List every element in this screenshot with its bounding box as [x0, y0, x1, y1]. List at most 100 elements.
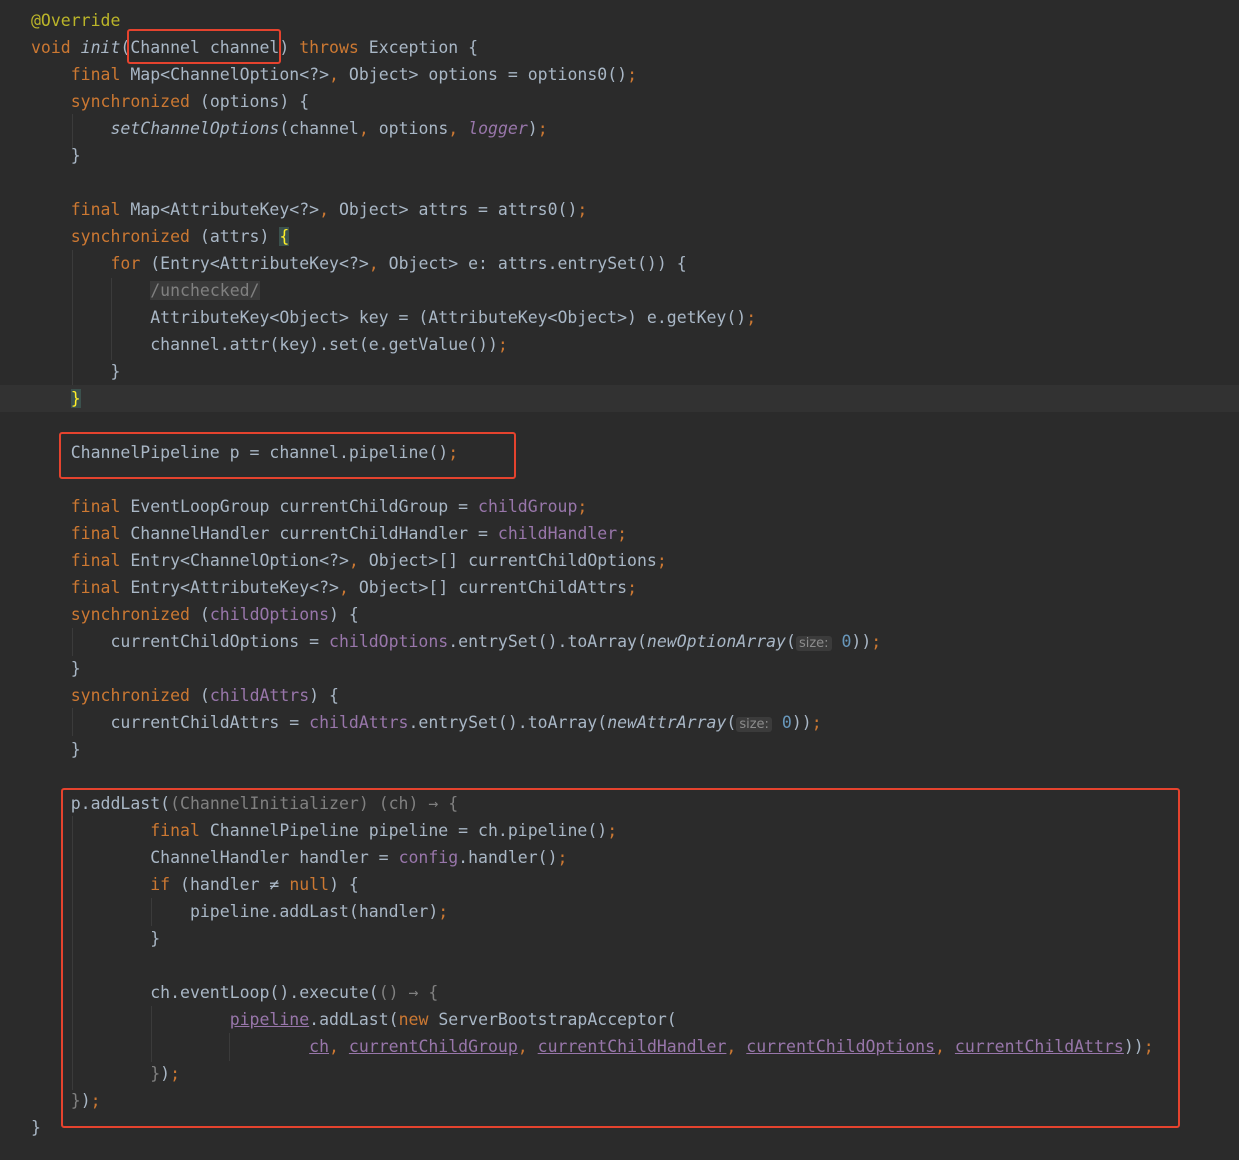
parameter-hint: size:: [795, 636, 832, 651]
code-token: final: [70, 578, 131, 597]
code-token: final: [70, 524, 131, 543]
code-token: }: [31, 740, 81, 759]
code-token: ;: [577, 200, 588, 219]
code-token: Object>[] currentChildAttrs: [358, 578, 628, 597]
code-token: Object> e: attrs.entrySet()) {: [388, 254, 687, 273]
code-token: ;: [811, 713, 822, 732]
code-token: ): [527, 119, 538, 138]
code-token: /unchecked/: [150, 281, 260, 300]
code-token: currentChildOptions =: [31, 632, 330, 651]
code-token: (Entry<AttributeKey<?>: [150, 254, 369, 273]
code-line[interactable]: synchronized (childAttrs) {: [0, 682, 1239, 709]
code-token: final: [70, 551, 131, 570]
code-line[interactable]: [0, 169, 1239, 196]
code-token: @Override: [31, 11, 121, 30]
code-line[interactable]: for (Entry<AttributeKey<?>, Object> e: a…: [0, 250, 1239, 277]
code-line[interactable]: }: [0, 736, 1239, 763]
code-token: ,: [348, 551, 369, 570]
code-line[interactable]: }: [0, 142, 1239, 169]
code-token: synchronized: [70, 686, 200, 705]
code-line[interactable]: AttributeKey<Object> key = (AttributeKey…: [0, 304, 1239, 331]
code-line[interactable]: /unchecked/: [0, 277, 1239, 304]
code-token: (channel: [279, 119, 359, 138]
code-token: )): [791, 713, 812, 732]
code-token: childAttrs: [209, 686, 310, 705]
channel-param-highlight-box: [127, 29, 281, 64]
code-token: }: [70, 389, 81, 408]
code-token: ;: [497, 335, 508, 354]
code-token: 0: [841, 632, 852, 651]
code-line[interactable]: [0, 763, 1239, 790]
parameter-hint: size:: [736, 717, 772, 732]
code-line[interactable]: final Entry<AttributeKey<?>, Object>[] c…: [0, 574, 1239, 601]
code-line[interactable]: synchronized (childOptions) {: [0, 601, 1239, 628]
code-token: Map<AttributeKey<?>: [130, 200, 320, 219]
code-token: ;: [871, 632, 882, 651]
code-token: childOptions: [209, 605, 330, 624]
code-token: synchronized: [70, 227, 200, 246]
code-token: ,: [448, 119, 469, 138]
code-line[interactable]: setChannelOptions(channel, options, logg…: [0, 115, 1239, 142]
code-token: ;: [617, 524, 628, 543]
code-line[interactable]: final Entry<ChannelOption<?>, Object>[] …: [0, 547, 1239, 574]
code-token: newOptionArray: [646, 632, 786, 651]
code-line[interactable]: currentChildAttrs = childAttrs.entrySet(…: [0, 709, 1239, 736]
code-token: ;: [656, 551, 667, 570]
code-line[interactable]: final Map<AttributeKey<?>, Object> attrs…: [0, 196, 1239, 223]
code-token: )): [851, 632, 872, 651]
code-token: ChannelHandler currentChildHandler =: [130, 524, 498, 543]
code-token: }: [31, 146, 81, 165]
code-token: Object> attrs = attrs0(): [338, 200, 578, 219]
code-token: ,: [338, 578, 359, 597]
code-token: Exception {: [368, 38, 479, 57]
code-token: (: [726, 713, 737, 732]
code-token: Object> options = options0(): [348, 65, 628, 84]
code-line[interactable]: synchronized (attrs) {: [0, 223, 1239, 250]
code-line[interactable]: }: [0, 358, 1239, 385]
code-token: Map<ChannelOption<?>: [130, 65, 330, 84]
code-token: ,: [319, 200, 339, 219]
code-token: ;: [627, 578, 638, 597]
code-line[interactable]: synchronized (options) {: [0, 88, 1239, 115]
code-line[interactable]: }: [0, 385, 1239, 412]
code-line[interactable]: final EventLoopGroup currentChildGroup =…: [0, 493, 1239, 520]
code-token: childHandler: [497, 524, 618, 543]
code-token: logger: [468, 119, 528, 138]
code-token: }: [31, 1118, 41, 1137]
code-token: 0: [781, 713, 792, 732]
code-token: currentChildAttrs =: [31, 713, 310, 732]
code-line[interactable]: final Map<ChannelOption<?>, Object> opti…: [0, 61, 1239, 88]
code-token: void: [31, 38, 81, 57]
code-token: setChannelOptions: [110, 119, 280, 138]
code-line[interactable]: final ChannelHandler currentChildHandler…: [0, 520, 1239, 547]
code-token: ;: [627, 65, 638, 84]
code-token: throws: [299, 38, 369, 57]
code-token: AttributeKey<Object> key = (AttributeKey…: [31, 308, 747, 327]
code-token: (: [786, 632, 796, 651]
code-token: ) {: [329, 605, 359, 624]
code-line[interactable]: }: [0, 655, 1239, 682]
code-token: init: [80, 38, 121, 57]
code-token: ,: [358, 119, 379, 138]
code-token: final: [70, 200, 131, 219]
code-token: Entry<AttributeKey<?>: [130, 578, 339, 597]
code-line[interactable]: channel.attr(key).set(e.getValue());: [0, 331, 1239, 358]
code-token: (options) {: [199, 92, 310, 111]
code-line[interactable]: currentChildOptions = childOptions.entry…: [0, 628, 1239, 655]
code-token: ) {: [309, 686, 339, 705]
code-token: synchronized: [70, 605, 200, 624]
code-token: final: [70, 497, 131, 516]
code-token: Object>[] currentChildOptions: [368, 551, 657, 570]
pipeline-line-highlight-box: [59, 432, 516, 479]
code-token: (: [199, 605, 210, 624]
